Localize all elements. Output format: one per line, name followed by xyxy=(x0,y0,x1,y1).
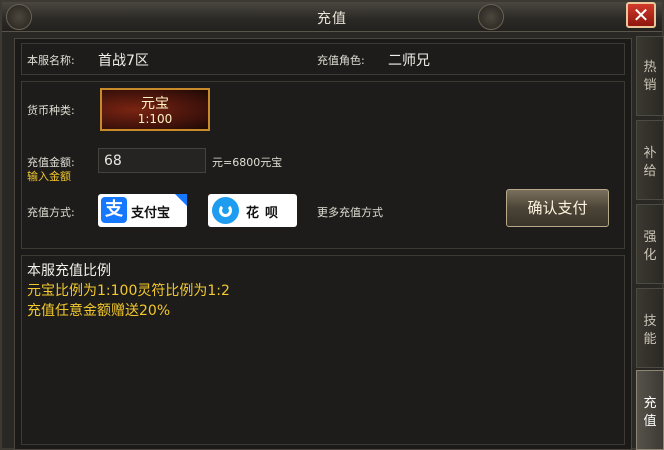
ratio-info-panel: 本服充值比例 元宝比例为1:100灵符比例为1:2 充值任意金额赠送20% xyxy=(21,255,625,445)
role-label: 充值角色: xyxy=(317,54,365,67)
tab-label: 补给 xyxy=(643,146,657,179)
role-value: 二师兄 xyxy=(388,53,430,69)
currency-name: 元宝 xyxy=(141,96,169,112)
amount-input[interactable] xyxy=(98,148,206,173)
amount-hint: 输入金额 xyxy=(27,170,71,183)
payment-form: 货币种类: 元宝 1:100 充值金额: 输入金额 元=6800元宝 充值方式:… xyxy=(21,81,625,249)
recharge-window: 充值 ✕ 本服名称: 首战7区 充值角色: 二师兄 货币种类: 元宝 1:100… xyxy=(0,0,664,450)
tab-hot-sale[interactable]: 热销 xyxy=(636,36,664,116)
tab-skills[interactable]: 技能 xyxy=(636,288,664,368)
title-bar: 充值 ✕ xyxy=(2,2,662,32)
alipay-button[interactable]: 支 支付宝 xyxy=(98,194,187,227)
more-methods-link[interactable]: 更多充值方式 xyxy=(317,204,383,220)
recharge-panel: 本服名称: 首战7区 充值角色: 二师兄 货币种类: 元宝 1:100 充值金额… xyxy=(14,38,632,450)
tab-label: 技能 xyxy=(643,314,657,347)
close-icon: ✕ xyxy=(632,3,650,27)
currency-rate: 1:100 xyxy=(137,112,173,126)
window-title: 充值 xyxy=(317,11,347,27)
tab-supply[interactable]: 补给 xyxy=(636,120,664,200)
ratio-line-1: 元宝比例为1:100灵符比例为1:2 xyxy=(27,283,230,299)
huabei-button[interactable]: 花呗 xyxy=(208,194,297,227)
tab-enhance[interactable]: 强化 xyxy=(636,204,664,284)
server-name-label: 本服名称: xyxy=(27,54,75,67)
server-info-row: 本服名称: 首战7区 充值角色: 二师兄 xyxy=(21,43,625,75)
ratio-line-2: 充值任意金额赠送20% xyxy=(27,303,171,319)
tab-recharge[interactable]: 充值 xyxy=(636,370,664,450)
ratio-title: 本服充值比例 xyxy=(27,263,111,279)
tab-label: 热销 xyxy=(643,60,657,93)
selected-check-icon xyxy=(175,194,187,206)
alipay-label: 支付宝 xyxy=(131,206,171,221)
payment-method-label: 充值方式: xyxy=(27,206,75,219)
tab-label: 充值 xyxy=(643,396,657,429)
huabei-icon xyxy=(212,197,239,224)
huabei-label: 花呗 xyxy=(246,206,285,221)
currency-yuanbao-option[interactable]: 元宝 1:100 xyxy=(100,88,210,131)
amount-result: 元=6800元宝 xyxy=(212,156,283,169)
currency-label: 货币种类: xyxy=(27,104,75,117)
close-button[interactable]: ✕ xyxy=(626,2,656,28)
server-name-value: 首战7区 xyxy=(98,53,149,69)
alipay-icon: 支 xyxy=(101,197,127,223)
tab-label: 强化 xyxy=(643,230,657,263)
confirm-pay-button[interactable]: 确认支付 xyxy=(506,189,609,227)
